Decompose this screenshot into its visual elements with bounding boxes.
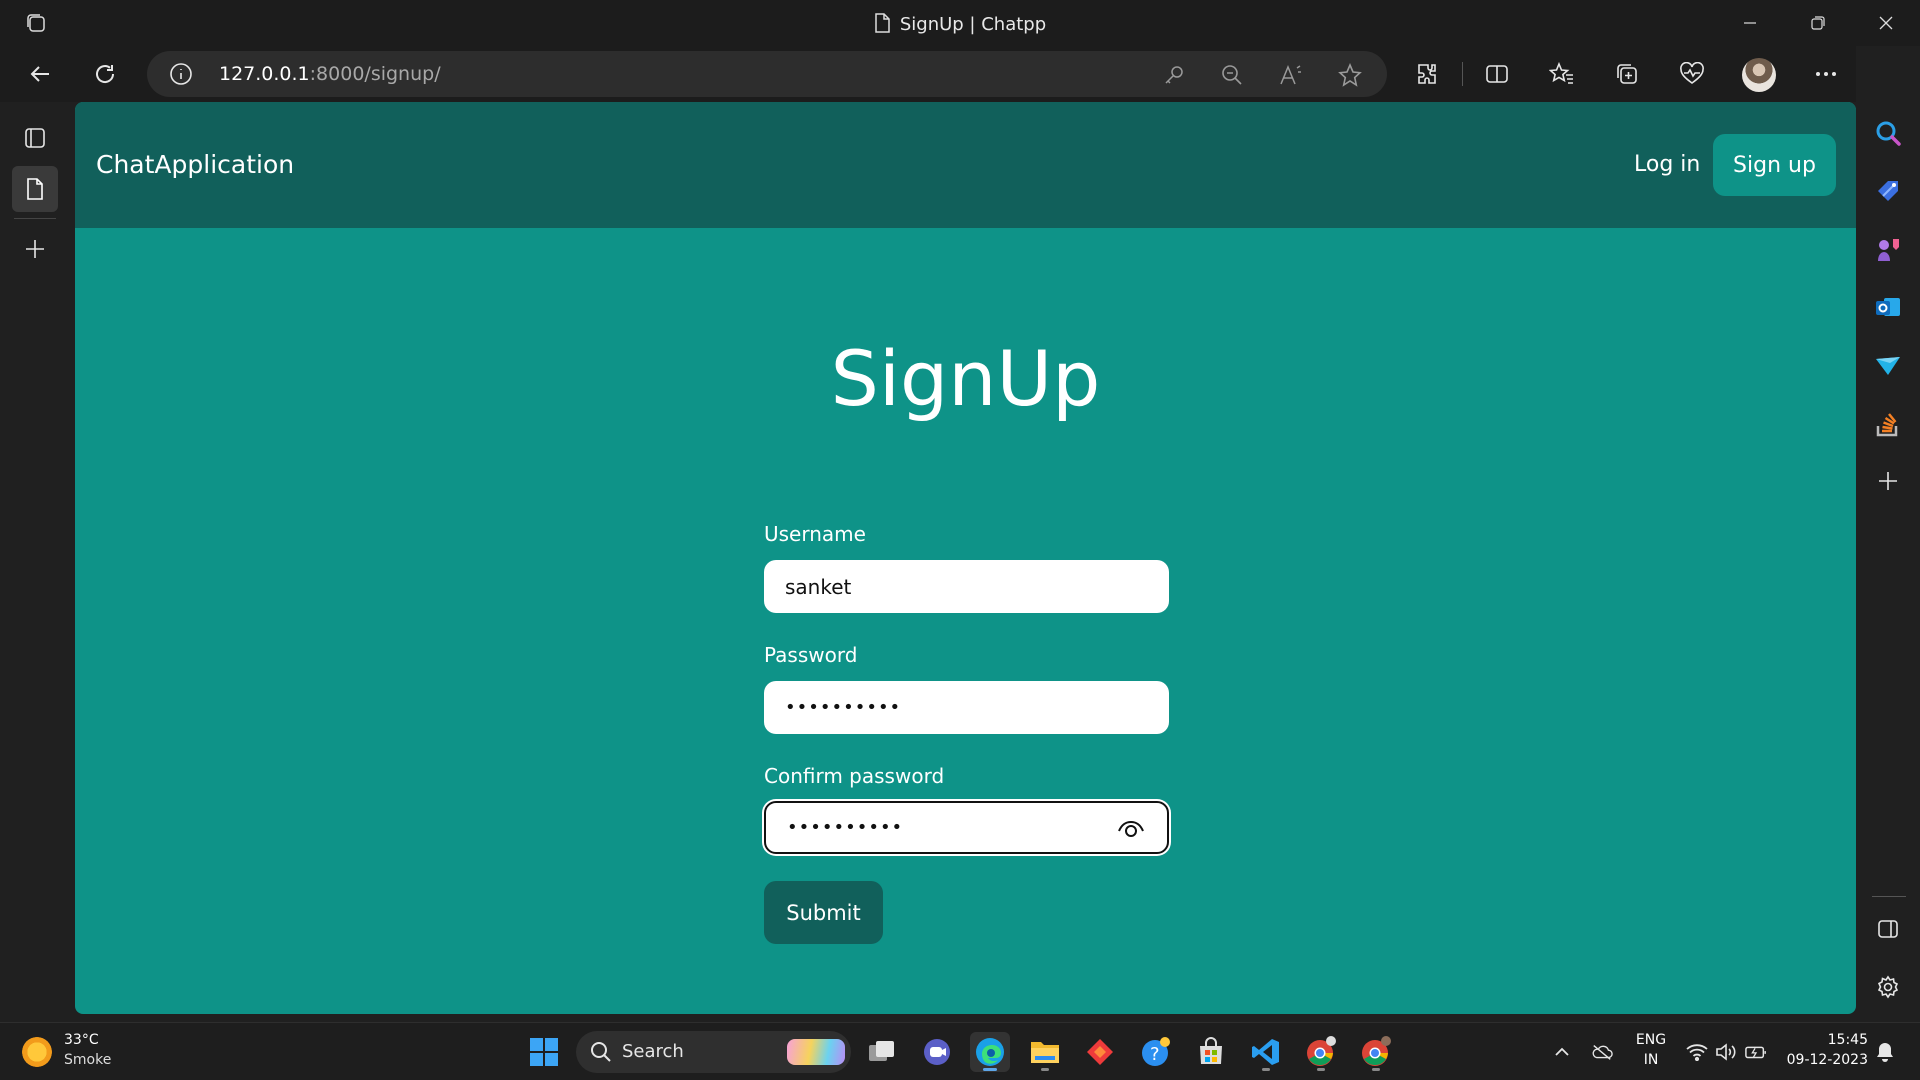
taskbar-search-label: Search — [622, 1041, 684, 1062]
tab-signup-page[interactable] — [12, 166, 58, 212]
window-title: SignUp | Chatpp — [0, 13, 1920, 38]
browser-toolbar: 127.0.0.1:8000/signup/ — [0, 46, 1920, 102]
sidebar-settings-gear-icon[interactable] — [1872, 971, 1904, 1003]
confirm-password-label: Confirm password — [764, 764, 945, 788]
favorite-star-icon[interactable] — [1337, 62, 1363, 88]
taskbar-search-icon — [590, 1041, 612, 1067]
password-value: •••••••••• — [785, 697, 902, 718]
battery-charging-icon[interactable] — [1745, 1041, 1767, 1063]
clock-date[interactable]: 09-12-2023 — [1780, 1052, 1868, 1068]
windows-taskbar: 33°C Smoke Search ? ENG IN 15:45 09-12-2… — [0, 1022, 1920, 1080]
close-button[interactable] — [1871, 8, 1901, 38]
split-screen-icon[interactable] — [1481, 58, 1513, 90]
active-app-indicator — [983, 1068, 997, 1071]
microsoft-store-icon[interactable] — [1191, 1032, 1231, 1072]
toolbar-separator — [1462, 62, 1463, 86]
vscode-icon[interactable] — [1246, 1032, 1286, 1072]
more-options-icon[interactable] — [1810, 58, 1842, 90]
profile-avatar[interactable] — [1742, 58, 1776, 92]
page-title: SignUp — [830, 334, 1101, 423]
chrome-profile-icon[interactable] — [1356, 1032, 1396, 1072]
running-app-indicator — [1262, 1068, 1270, 1071]
confirm-password-value: •••••••••• — [787, 817, 904, 838]
outlook-icon[interactable] — [1872, 291, 1904, 323]
tab-strip-separator — [14, 218, 56, 219]
confirm-password-field[interactable]: •••••••••• — [764, 801, 1169, 854]
onedrive-offline-icon[interactable] — [1591, 1041, 1613, 1063]
refresh-icon[interactable] — [89, 58, 121, 90]
teams-chat-icon[interactable] — [917, 1032, 957, 1072]
submit-button[interactable]: Submit — [764, 881, 883, 944]
back-arrow-icon[interactable] — [24, 58, 56, 90]
taskbar-search-box[interactable]: Search — [576, 1031, 851, 1073]
read-aloud-icon[interactable] — [1278, 62, 1304, 88]
extensions-icon[interactable] — [1412, 58, 1444, 90]
running-app-indicator — [1317, 1068, 1325, 1071]
url-text[interactable]: 127.0.0.1:8000/signup/ — [219, 63, 441, 85]
site-info-icon[interactable] — [169, 62, 193, 90]
browser-essentials-icon[interactable] — [1676, 58, 1708, 90]
games-icon[interactable] — [1872, 233, 1904, 265]
notification-bell-icon[interactable] — [1874, 1041, 1896, 1063]
address-bar[interactable]: 127.0.0.1:8000/signup/ — [147, 51, 1387, 97]
task-view-icon[interactable] — [862, 1032, 902, 1072]
shopping-tag-icon[interactable] — [1872, 175, 1904, 207]
sidebar-separator — [1872, 896, 1906, 897]
running-app-indicator — [1041, 1068, 1049, 1071]
volume-icon[interactable] — [1715, 1041, 1737, 1063]
username-label: Username — [764, 522, 866, 546]
collections-icon[interactable] — [1611, 58, 1643, 90]
edge-sidebar — [1856, 46, 1920, 1022]
vertical-tabs-strip — [0, 102, 72, 1022]
hide-sidebar-icon[interactable] — [1872, 913, 1904, 945]
zoom-out-icon[interactable] — [1219, 62, 1245, 88]
document-icon — [874, 13, 890, 38]
signup-nav-button[interactable]: Sign up — [1713, 134, 1836, 196]
window-title-text: SignUp | Chatpp — [899, 14, 1047, 35]
url-host: 127.0.0.1 — [219, 63, 310, 85]
url-path: :8000/signup/ — [309, 63, 441, 85]
window-title-bar: SignUp | Chatpp — [0, 0, 1920, 46]
new-tab-plus-icon[interactable] — [12, 226, 58, 272]
show-hidden-icons-chevron-icon[interactable] — [1551, 1041, 1573, 1063]
language-indicator-top[interactable]: ENG — [1632, 1032, 1670, 1048]
username-value: sanket — [785, 574, 852, 599]
sidebar-search-icon[interactable] — [1872, 117, 1904, 149]
brand-link[interactable]: ChatApplication — [96, 150, 294, 179]
stack-overflow-icon[interactable] — [1872, 407, 1904, 439]
sidebar-add-icon[interactable] — [1872, 465, 1904, 497]
site-navbar: ChatApplication Log in Sign up — [75, 102, 1856, 228]
start-windows-icon[interactable] — [524, 1032, 564, 1072]
anydesk-icon[interactable] — [1080, 1032, 1120, 1072]
restore-button[interactable] — [1803, 8, 1833, 38]
file-explorer-icon[interactable] — [1025, 1032, 1065, 1072]
clock-time[interactable]: 15:45 — [1820, 1032, 1868, 1048]
password-label: Password — [764, 643, 858, 667]
search-highlight-art — [787, 1039, 845, 1065]
password-field[interactable]: •••••••••• — [764, 681, 1169, 734]
weather-sun-icon[interactable] — [22, 1037, 52, 1067]
minimize-button[interactable] — [1735, 8, 1765, 38]
get-help-icon[interactable]: ? — [1136, 1032, 1176, 1072]
weather-description[interactable]: Smoke — [64, 1052, 111, 1068]
drop-send-icon[interactable] — [1872, 349, 1904, 381]
running-app-indicator — [1372, 1068, 1380, 1071]
login-link[interactable]: Log in — [1634, 152, 1700, 177]
chrome-icon[interactable] — [1301, 1032, 1341, 1072]
username-field[interactable]: sanket — [764, 560, 1169, 613]
reveal-password-eye-icon[interactable] — [1117, 817, 1145, 841]
weather-temperature[interactable]: 33°C — [64, 1032, 99, 1048]
language-indicator-bottom[interactable]: IN — [1632, 1052, 1670, 1068]
tab-actions-icon[interactable] — [12, 115, 58, 161]
web-page-viewport: ChatApplication Log in Sign up SignUp Us… — [75, 102, 1856, 1014]
favorites-icon[interactable] — [1546, 58, 1578, 90]
password-key-icon[interactable] — [1161, 62, 1187, 88]
edge-browser-icon[interactable] — [970, 1032, 1010, 1072]
wifi-icon[interactable] — [1686, 1041, 1708, 1063]
svg-text:?: ? — [1150, 1044, 1160, 1065]
